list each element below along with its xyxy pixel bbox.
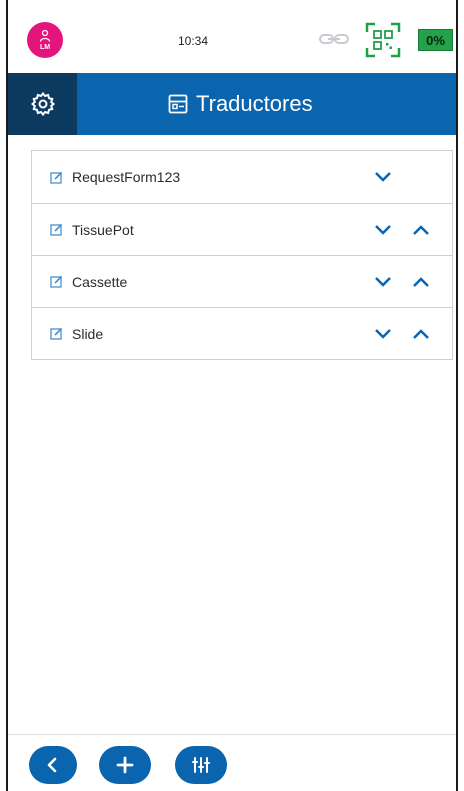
settings-button[interactable] bbox=[8, 73, 77, 135]
chevron-down-icon[interactable] bbox=[374, 328, 392, 340]
translator-list: RequestForm123 TissuePot Cassette Slide bbox=[31, 150, 453, 360]
battery-indicator: 0% bbox=[418, 29, 453, 51]
link-icon bbox=[319, 34, 349, 44]
list-item-label: TissuePot bbox=[72, 221, 134, 238]
chevron-up-icon[interactable] bbox=[412, 276, 430, 288]
list-item[interactable]: TissuePot bbox=[31, 204, 453, 256]
list-item-label: RequestForm123 bbox=[72, 169, 181, 185]
bottom-divider bbox=[8, 734, 456, 735]
back-icon bbox=[47, 757, 57, 773]
list-item-label: Cassette bbox=[72, 273, 128, 290]
chevron-up-icon[interactable] bbox=[412, 328, 430, 340]
sliders-icon bbox=[192, 757, 210, 773]
list-item[interactable]: Cassette bbox=[31, 256, 453, 308]
page-title: Traductores bbox=[196, 91, 313, 116]
edit-icon[interactable] bbox=[50, 171, 63, 184]
avatar-initials: LM bbox=[39, 44, 51, 51]
edit-icon[interactable] bbox=[50, 275, 63, 288]
filters-button[interactable] bbox=[175, 746, 227, 784]
clock-time: 10:34 bbox=[178, 34, 209, 48]
list-item-label: Slide bbox=[72, 325, 104, 342]
back-button[interactable] bbox=[29, 746, 77, 784]
qr-code-icon[interactable] bbox=[365, 22, 401, 58]
edit-icon[interactable] bbox=[50, 223, 63, 236]
chevron-up-icon[interactable] bbox=[412, 224, 430, 236]
list-item[interactable]: Slide bbox=[31, 308, 453, 360]
plus-icon bbox=[116, 756, 134, 774]
list-panel-icon bbox=[168, 94, 188, 114]
chevron-down-icon[interactable] bbox=[374, 224, 392, 236]
status-bar: LM 10:34 0% bbox=[8, 0, 456, 73]
header-title-group: Traductores bbox=[168, 73, 313, 135]
app-frame: LM 10:34 0% Traductores RequestForm123 T… bbox=[6, 0, 458, 791]
avatar[interactable]: LM bbox=[27, 22, 63, 58]
edit-icon[interactable] bbox=[50, 327, 63, 340]
settings-gear-icon bbox=[30, 91, 55, 117]
user-icon bbox=[39, 29, 51, 42]
add-button[interactable] bbox=[99, 746, 151, 784]
chevron-down-icon[interactable] bbox=[374, 171, 392, 183]
list-item[interactable]: RequestForm123 bbox=[31, 150, 453, 204]
chevron-down-icon[interactable] bbox=[374, 276, 392, 288]
app-header: Traductores bbox=[8, 73, 456, 135]
